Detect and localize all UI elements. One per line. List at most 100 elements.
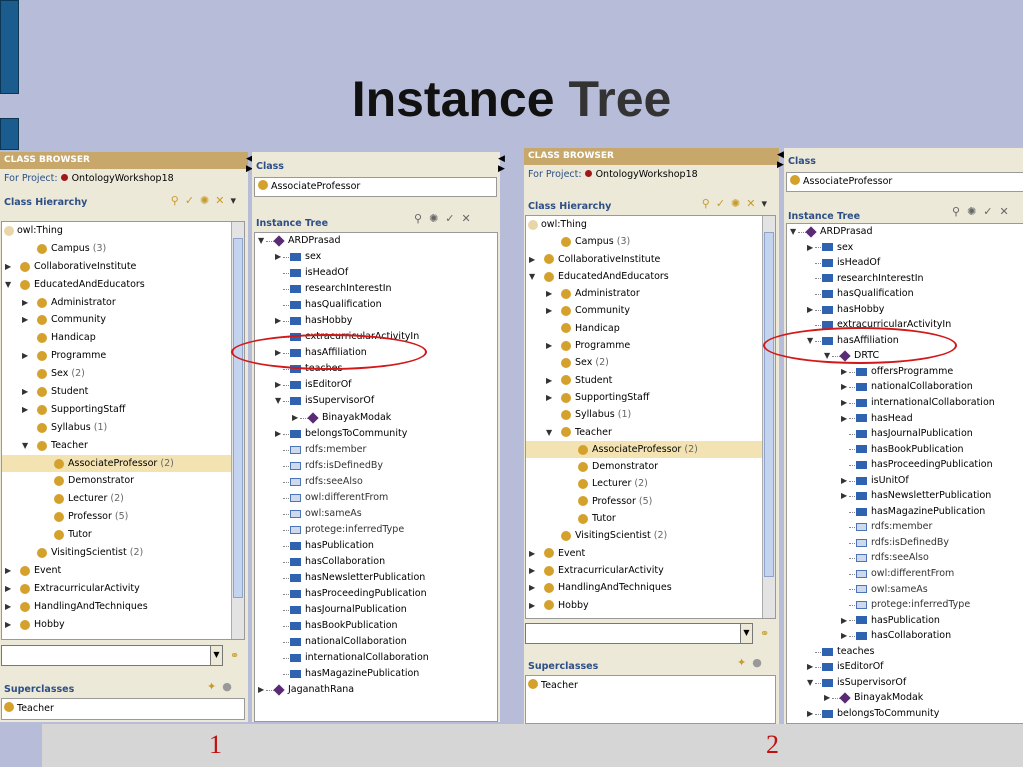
- class-tree-item-teacher[interactable]: ▼ Teacher: [2, 437, 231, 455]
- collapsed-arrow-icon[interactable]: ▶: [5, 616, 11, 634]
- instance-tree-item-owl-differentfrom[interactable]: owl:differentFrom: [787, 566, 1023, 582]
- class-tree-item-tutor[interactable]: Tutor: [526, 510, 762, 527]
- instance-tree-item-isheadof[interactable]: isHeadOf: [255, 265, 497, 281]
- expanded-arrow-icon[interactable]: ▼: [22, 437, 28, 455]
- delete-instance-icon[interactable]: ✕: [1000, 205, 1016, 218]
- instance-tree-item-rdfs-isdefinedby[interactable]: rdfs:isDefinedBy: [255, 458, 497, 474]
- collapsed-arrow-icon[interactable]: ▶: [22, 401, 28, 419]
- search-input[interactable]: ▼: [1, 645, 223, 666]
- superclass-item[interactable]: Teacher: [4, 700, 54, 717]
- class-tree-item-community[interactable]: ▶ Community: [2, 311, 231, 329]
- class-tree-item-handicap[interactable]: Handicap: [2, 329, 231, 347]
- instance-tree-item-teaches[interactable]: teaches: [787, 644, 1023, 660]
- class-field[interactable]: AssociateProfessor: [254, 177, 497, 197]
- class-tree-item-handicap[interactable]: Handicap: [526, 320, 762, 337]
- collapsed-arrow-icon[interactable]: ▶: [841, 473, 847, 489]
- instance-tree-item-internationalcollaboration[interactable]: internationalCollaboration: [255, 650, 497, 666]
- instance-tree-item-issupervisorof[interactable]: ▼ isSupervisorOf: [787, 675, 1023, 691]
- instance-tree-item-hasnewsletterpublication[interactable]: ▶ hasNewsletterPublication: [787, 488, 1023, 504]
- class-tree-item-syllabus[interactable]: Syllabus (1): [526, 406, 762, 423]
- create-instance-icon[interactable]: ✺: [429, 212, 445, 225]
- find-class-icon[interactable]: ⚲: [171, 194, 185, 207]
- class-tree-item-hobby[interactable]: ▶ Hobby: [2, 616, 231, 634]
- instance-tree-item-researchinterestin[interactable]: researchInterestIn: [787, 271, 1023, 287]
- class-tree-item-visitingscientist[interactable]: VisitingScientist (2): [526, 527, 762, 544]
- create-subclass-icon[interactable]: ✺: [731, 197, 746, 210]
- remove-superclass-icon[interactable]: ●: [222, 680, 238, 693]
- class-tree-item-educatedandeducators[interactable]: ▼ EducatedAndEducators: [2, 276, 231, 294]
- class-tree-item-professor[interactable]: Professor (5): [2, 508, 231, 526]
- instance-tree-item-protege-inferredtype[interactable]: protege:inferredType: [787, 597, 1023, 613]
- class-hierarchy-scrollbar[interactable]: [762, 216, 775, 618]
- class-tree-item-event[interactable]: ▶ Event: [526, 545, 762, 562]
- collapsed-arrow-icon[interactable]: ▶: [841, 364, 847, 380]
- instance-tree-item-hasnewsletterpublication[interactable]: hasNewsletterPublication: [255, 570, 497, 586]
- class-tree-item-campus[interactable]: Campus (3): [2, 240, 231, 258]
- instance-tree-item-hasproceedingpublication[interactable]: hasProceedingPublication: [255, 586, 497, 602]
- instance-tree-item-binayakmodak[interactable]: ▶ BinayakModak: [787, 690, 1023, 706]
- collapsed-arrow-icon[interactable]: ▶: [529, 597, 535, 614]
- class-tree-item-lecturer[interactable]: Lecturer (2): [526, 475, 762, 492]
- class-tree-item-extracurricularactivity[interactable]: ▶ ExtracurricularActivity: [526, 562, 762, 579]
- instance-tree-item-sex[interactable]: ▶ sex: [255, 249, 497, 265]
- collapsed-arrow-icon[interactable]: ▶: [546, 302, 552, 319]
- class-hierarchy-scrollbar[interactable]: [231, 222, 244, 639]
- find-class-icon[interactable]: ⚲: [702, 197, 716, 210]
- collapsed-arrow-icon[interactable]: ▶: [275, 377, 281, 393]
- expanded-arrow-icon[interactable]: ▼: [790, 224, 796, 240]
- expanded-arrow-icon[interactable]: ▼: [258, 233, 264, 249]
- class-tree-item-tutor[interactable]: Tutor: [2, 526, 231, 544]
- scrollbar-thumb[interactable]: [233, 238, 243, 598]
- expanded-arrow-icon[interactable]: ▼: [807, 675, 813, 691]
- instance-tree-item-rdfs-seealso[interactable]: rdfs:seeAlso: [255, 474, 497, 490]
- instance-tree-item-owl-sameas[interactable]: owl:sameAs: [787, 582, 1023, 598]
- collapsed-arrow-icon[interactable]: ▶: [22, 383, 28, 401]
- instance-tree-item-hascollaboration[interactable]: ▶ hasCollaboration: [787, 628, 1023, 644]
- collapsed-arrow-icon[interactable]: ▶: [841, 411, 847, 427]
- instance-tree-item-owl-sameas[interactable]: owl:sameAs: [255, 506, 497, 522]
- class-tree-item-demonstrator[interactable]: Demonstrator: [2, 472, 231, 490]
- collapsed-arrow-icon[interactable]: ▶: [22, 311, 28, 329]
- instance-tree-item-isunitof[interactable]: ▶ isUnitOf: [787, 473, 1023, 489]
- instance-tree-item-iseditorof[interactable]: ▶ isEditorOf: [787, 659, 1023, 675]
- search-dropdown-icon[interactable]: ▼: [740, 624, 752, 643]
- class-tree-item-visitingscientist[interactable]: VisitingScientist (2): [2, 544, 231, 562]
- collapsed-arrow-icon[interactable]: ▶: [529, 562, 535, 579]
- superclass-item[interactable]: Teacher: [528, 677, 578, 694]
- collapsed-arrow-icon[interactable]: ▶: [841, 628, 847, 644]
- instance-tree-item-rdfs-member[interactable]: rdfs:member: [787, 519, 1023, 535]
- collapsed-arrow-icon[interactable]: ▶: [22, 347, 28, 365]
- instance-tree-item-hasjournalpublication[interactable]: hasJournalPublication: [787, 426, 1023, 442]
- binoculars-icon[interactable]: ⚭: [760, 627, 769, 640]
- collapsed-arrow-icon[interactable]: ▶: [807, 659, 813, 675]
- class-tree-item-sex[interactable]: Sex (2): [526, 354, 762, 371]
- copy-instance-icon[interactable]: ✓: [445, 212, 461, 225]
- collapsed-arrow-icon[interactable]: ▶: [22, 294, 28, 312]
- instance-tree-item-protege-inferredtype[interactable]: protege:inferredType: [255, 522, 497, 538]
- collapsed-arrow-icon[interactable]: ▶: [546, 337, 552, 354]
- class-field[interactable]: AssociateProfessor: [786, 172, 1023, 192]
- instance-tree-item-hasqualification[interactable]: hasQualification: [255, 297, 497, 313]
- collapsed-arrow-icon[interactable]: ▶: [841, 488, 847, 504]
- instance-tree-item-haspublication[interactable]: hasPublication: [255, 538, 497, 554]
- class-tree-item-educatedandeducators[interactable]: ▼ EducatedAndEducators: [526, 268, 762, 285]
- class-tree-item-handlingandtechniques[interactable]: ▶ HandlingAndTechniques: [2, 598, 231, 616]
- class-tree-item-community[interactable]: ▶ Community: [526, 302, 762, 319]
- class-tree-item-collaborativeinstitute[interactable]: ▶ CollaborativeInstitute: [526, 251, 762, 268]
- collapsed-arrow-icon[interactable]: ▶: [807, 302, 813, 318]
- collapsed-arrow-icon[interactable]: ▶: [5, 580, 11, 598]
- class-tree-item-owl-thing[interactable]: owl:Thing: [2, 222, 231, 240]
- instance-tree-item-hasmagazinepublication[interactable]: hasMagazinePublication: [787, 504, 1023, 520]
- pane-collapse-arrow-2[interactable]: ◀ ▶: [498, 154, 505, 174]
- expanded-arrow-icon[interactable]: ▼: [5, 276, 11, 294]
- dropdown-icon[interactable]: ▾: [761, 197, 773, 210]
- search-input[interactable]: ▼: [525, 623, 753, 644]
- instance-tree-item-offersprogramme[interactable]: ▶ offersProgramme: [787, 364, 1023, 380]
- remove-superclass-icon[interactable]: ●: [752, 656, 768, 669]
- collapsed-arrow-icon[interactable]: ▶: [258, 682, 264, 698]
- find-instance-icon[interactable]: ⚲: [414, 212, 429, 225]
- collapsed-arrow-icon[interactable]: ▶: [546, 285, 552, 302]
- class-tree-item-teacher[interactable]: ▼ Teacher: [526, 424, 762, 441]
- collapsed-arrow-icon[interactable]: ▶: [841, 613, 847, 629]
- collapsed-arrow-icon[interactable]: ▶: [546, 389, 552, 406]
